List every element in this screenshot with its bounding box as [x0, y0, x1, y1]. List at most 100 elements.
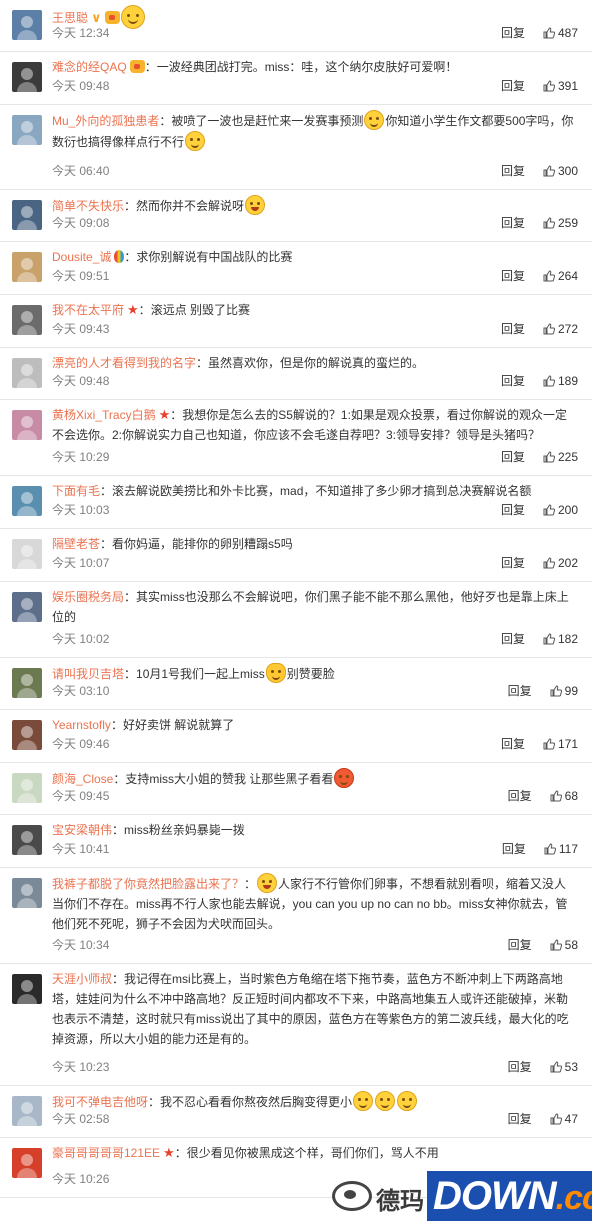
colon-separator: ： [144, 60, 157, 74]
avatar[interactable] [12, 592, 42, 622]
like-button[interactable]: 487 [543, 24, 578, 42]
like-button[interactable]: 202 [543, 554, 578, 572]
like-button[interactable]: 99 [550, 682, 578, 700]
like-button[interactable]: 58 [550, 936, 578, 954]
avatar[interactable] [12, 878, 42, 908]
comment-body: Yearnstofly：好好卖饼 解说就算了 今天 09:46 回复 171 [52, 715, 578, 758]
reply-button[interactable]: 回复 [501, 216, 525, 230]
commenter-name[interactable]: 宝安梁朝伟 [52, 823, 112, 837]
reply-button[interactable]: 回复 [508, 938, 532, 952]
avatar[interactable] [12, 486, 42, 516]
avatar[interactable] [12, 1148, 42, 1178]
comment-text: 漂亮的人才看得到我的名字：虽然喜欢你，但是你的解说真的蛮烂的。 [52, 353, 578, 373]
avatar[interactable] [12, 539, 42, 569]
reply-button[interactable]: 回复 [501, 556, 525, 570]
comment-actions: 回复 272 [501, 320, 578, 338]
comment-actions: 回复 259 [501, 214, 578, 232]
reply-button[interactable]: 回复 [501, 450, 525, 464]
comment-actions: 回复 58 [508, 936, 578, 954]
reply-button[interactable]: 回复 [502, 842, 526, 856]
reply-button[interactable]: 回复 [501, 26, 525, 40]
thumbs-up-icon [543, 450, 556, 463]
comment-actions: 回复 264 [501, 267, 578, 285]
comment-item: Dousite_诚 ：求你别解说有中国战队的比赛 今天 09:51 回复 264 [0, 242, 592, 295]
reply-button[interactable]: 回复 [501, 374, 525, 388]
commenter-name[interactable]: 黄杨Xixi_Tracy白鹅 [52, 408, 156, 422]
avatar[interactable] [12, 773, 42, 803]
reply-button[interactable]: 回复 [508, 1112, 532, 1126]
avatar[interactable] [12, 305, 42, 335]
like-count: 300 [557, 164, 578, 178]
commenter-name[interactable]: 我裤子都脱了你竟然把脸露出来了？ [52, 877, 244, 891]
like-button[interactable]: 259 [543, 214, 578, 232]
commenter-name[interactable]: 豪哥哥哥哥哥121EE [52, 1146, 160, 1160]
commenter-name[interactable]: Yearnstofly [52, 718, 111, 732]
like-button[interactable]: 200 [543, 501, 578, 519]
avatar[interactable] [12, 358, 42, 388]
like-button[interactable]: 68 [550, 787, 578, 805]
commenter-name[interactable]: 我可不弹电吉他呀 [52, 1095, 148, 1109]
like-button[interactable]: 53 [550, 1058, 578, 1076]
avatar[interactable] [12, 410, 42, 440]
avatar[interactable] [12, 668, 42, 698]
like-count: 487 [557, 26, 578, 40]
like-button[interactable]: 117 [544, 840, 578, 858]
like-button[interactable]: 171 [543, 735, 578, 753]
like-button[interactable]: 272 [543, 320, 578, 338]
reply-button[interactable]: 回复 [501, 79, 525, 93]
reply-button[interactable]: 回复 [508, 1060, 532, 1074]
thumbs-up-icon [550, 1060, 562, 1073]
commenter-name[interactable]: 隔壁老苍 [52, 537, 100, 551]
commenter-name[interactable]: Dousite_诚 [52, 250, 111, 264]
comment-meta: 今天 09:45 回复 68 [52, 787, 578, 805]
star-badge-icon: ★ [158, 407, 171, 422]
commenter-name[interactable]: 天涯小师叔 [52, 972, 112, 986]
avatar[interactable] [12, 974, 42, 1004]
avatar[interactable] [12, 62, 42, 92]
commenter-name[interactable]: 漂亮的人才看得到我的名字 [52, 356, 196, 370]
colon-separator: ： [244, 877, 257, 891]
reply-button[interactable]: 回复 [501, 269, 525, 283]
like-count: 99 [564, 684, 578, 698]
commenter-name[interactable]: Mu_外向的孤独患者 [52, 114, 159, 128]
colon-separator: ： [148, 1095, 161, 1109]
avatar[interactable] [12, 252, 42, 282]
like-count: 117 [558, 842, 578, 856]
reply-button[interactable]: 回复 [501, 322, 525, 336]
comment-text: 我可不弹电吉他呀：我不忍心看看你熬夜然后胸变得更小 [52, 1091, 578, 1112]
like-button[interactable]: 300 [543, 162, 578, 180]
comment-time: 今天 02:58 [52, 1112, 110, 1126]
avatar[interactable] [12, 115, 42, 145]
commenter-name[interactable]: 请叫我贝吉塔 [52, 667, 124, 681]
commenter-name[interactable]: 娱乐圈税务局 [52, 590, 124, 604]
like-button[interactable]: 47 [550, 1110, 578, 1128]
comment-text: 颜海_Close：支持miss大小姐的赞我 让那些黑子看看 [52, 768, 578, 789]
comment-time: 今天 12:34 [52, 26, 110, 40]
avatar[interactable] [12, 720, 42, 750]
reply-button[interactable]: 回复 [501, 164, 525, 178]
avatar[interactable] [12, 200, 42, 230]
like-button[interactable]: 264 [543, 267, 578, 285]
reply-button[interactable]: 回复 [501, 632, 525, 646]
like-button[interactable]: 225 [543, 448, 578, 466]
reply-button[interactable]: 回复 [501, 737, 525, 751]
like-button[interactable]: 182 [543, 630, 578, 648]
commenter-name[interactable]: 我不在太平府 [52, 303, 124, 317]
avatar[interactable] [12, 825, 42, 855]
thumbs-up-icon [543, 503, 556, 516]
commenter-name[interactable]: 下面有毛 [52, 484, 100, 498]
commenter-name[interactable]: 难念的经QAQ [52, 60, 127, 74]
commenter-name[interactable]: 简单不失快乐 [52, 199, 124, 213]
avatar[interactable] [12, 1096, 42, 1126]
commenter-name[interactable]: 王思聪 [52, 11, 88, 25]
reply-button[interactable]: 回复 [501, 503, 525, 517]
like-button[interactable]: 391 [543, 77, 578, 95]
thumbs-up-icon [543, 737, 556, 750]
avatar[interactable] [12, 10, 42, 40]
reply-button[interactable]: 回复 [508, 684, 532, 698]
commenter-name[interactable]: 颜海_Close [52, 772, 113, 786]
colon-separator: ： [124, 250, 137, 264]
like-button[interactable]: 189 [543, 372, 578, 390]
member-crown-icon [104, 11, 120, 24]
reply-button[interactable]: 回复 [508, 789, 532, 803]
